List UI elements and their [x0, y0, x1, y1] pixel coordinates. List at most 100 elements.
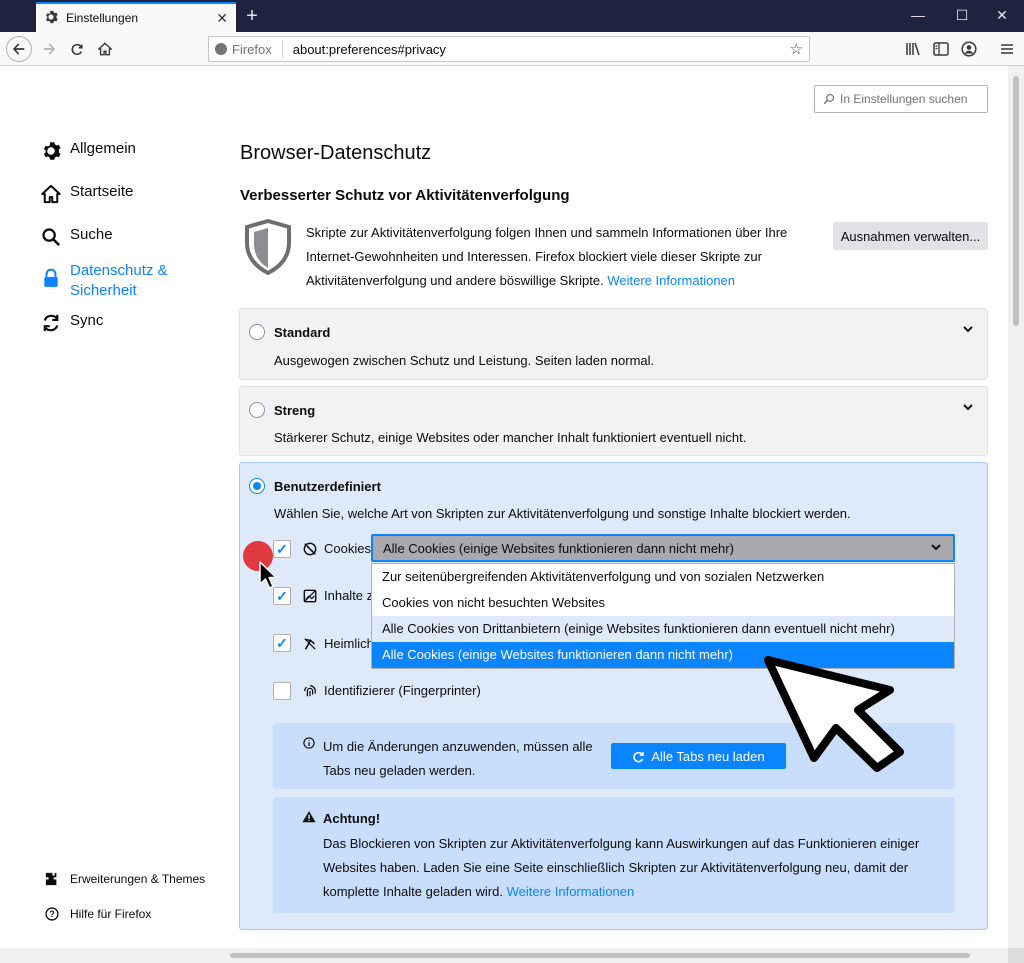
hamburger-icon [1001, 44, 1013, 54]
arrow-cursor-icon [764, 656, 904, 772]
strict-description: Stärkerer Schutz, einige Websites oder m… [274, 430, 747, 445]
back-button[interactable] [6, 36, 32, 62]
svg-text:?: ? [49, 909, 54, 919]
close-window-button[interactable]: ✕ [980, 0, 1024, 32]
standard-description: Ausgewogen zwischen Schutz und Leistung.… [274, 353, 655, 368]
chevron-down-icon[interactable] [963, 402, 973, 414]
scrollbar-thumb[interactable] [230, 953, 970, 958]
identity-box[interactable]: Firefox [215, 40, 283, 58]
cryptominer-icon [302, 637, 318, 651]
preferences-search-input[interactable]: In Einstellungen suchen [814, 85, 988, 113]
horizontal-scrollbar[interactable] [0, 948, 1008, 963]
search-icon [823, 93, 835, 105]
sidebar-icon [933, 42, 949, 56]
cookie-block-select[interactable]: Alle Cookies (einige Websites funktionie… [371, 534, 955, 562]
reload-button-label: Alle Tabs neu laden [651, 748, 765, 764]
gear-icon [44, 10, 58, 27]
tracking-content-icon [302, 589, 318, 603]
standard-option-card[interactable]: Standard Ausgewogen zwischen Schutz und … [239, 308, 988, 380]
tracking-content-label: Inhalte z [324, 588, 374, 603]
sidebar-button[interactable] [928, 36, 954, 62]
puzzle-icon [44, 872, 60, 886]
new-tab-button[interactable]: + [240, 4, 264, 28]
custom-radio[interactable] [249, 478, 265, 494]
fingerprinters-checkbox[interactable] [273, 682, 291, 700]
bookmark-star-icon[interactable]: ☆ [790, 40, 803, 58]
cryptominers-checkbox[interactable]: ✓ [273, 634, 291, 652]
fingerprinters-label: Identifizierer (Fingerprinter) [324, 683, 481, 698]
cookies-option: Cookies [302, 541, 371, 556]
dropdown-option[interactable]: Zur seitenübergreifenden Aktivitätenverf… [372, 564, 954, 590]
warning-box: Achtung! Das Blockieren von Skripten zur… [273, 797, 955, 913]
reload-icon [633, 751, 645, 762]
vertical-scrollbar[interactable] [1008, 66, 1024, 948]
home-button[interactable] [92, 36, 118, 62]
cookies-checkbox[interactable]: ✓ [273, 540, 291, 558]
sidebar-item-label: Startseite [70, 183, 134, 200]
tracking-content-option: Inhalte z [302, 588, 373, 603]
mouse-pointer-icon [259, 561, 277, 589]
search-icon [40, 226, 62, 248]
sync-icon [40, 312, 62, 334]
reload-icon [71, 43, 83, 56]
sidebar-item-home[interactable]: Startseite [40, 183, 133, 205]
arrow-right-icon [43, 43, 56, 55]
dropdown-option[interactable]: Alle Cookies von Drittanbietern (einige … [372, 616, 954, 642]
sidebar-footer-help[interactable]: ? Hilfe für Firefox [44, 907, 151, 921]
reload-all-tabs-button[interactable]: Alle Tabs neu laden [611, 743, 786, 769]
addons-label: Erweiterungen & Themes [70, 872, 206, 886]
etp-heading: Verbesserter Schutz vor Aktivitätenverfo… [240, 187, 570, 204]
sidebar-item-privacy[interactable]: Datenschutz & Sicherheit [40, 261, 180, 301]
select-value: Alle Cookies (einige Websites funktionie… [383, 540, 734, 556]
forward-button[interactable] [36, 36, 62, 62]
learn-more-link[interactable]: Weitere Informationen [607, 273, 735, 288]
dropdown-option[interactable]: Cookies von nicht besuchten Websites [372, 590, 954, 616]
home-icon [40, 183, 62, 205]
strict-title: Streng [274, 403, 316, 418]
help-label: Hilfe für Firefox [70, 907, 152, 921]
account-button[interactable] [956, 36, 982, 62]
help-icon: ? [44, 907, 60, 921]
navigation-toolbar: Firefox about:preferences#privacy ☆ [0, 32, 1024, 66]
manage-exceptions-button[interactable]: Ausnahmen verwalten... [833, 222, 988, 250]
minimize-button[interactable]: — [896, 0, 940, 32]
fingerprinters-option: Identifizierer (Fingerprinter) [302, 683, 481, 698]
library-icon [906, 42, 920, 56]
sidebar-item-search[interactable]: Suche [40, 226, 113, 248]
info-icon [303, 737, 315, 752]
library-button[interactable] [900, 36, 926, 62]
sidebar-footer-addons[interactable]: Erweiterungen & Themes [44, 872, 205, 886]
learn-more-link[interactable]: Weitere Informationen [507, 884, 635, 899]
scrollbar-thumb[interactable] [1013, 76, 1019, 326]
warning-title: Achtung! [323, 811, 381, 826]
lock-icon [40, 267, 62, 289]
gear-icon [40, 140, 62, 162]
sidebar-item-label: Suche [70, 226, 113, 243]
chevron-down-icon[interactable] [963, 324, 973, 336]
sidebar-item-sync[interactable]: Sync [40, 312, 103, 334]
fingerprint-icon [302, 684, 318, 698]
identity-label: Firefox [232, 41, 272, 57]
tab-title: Einstellungen [66, 11, 139, 25]
sidebar-item-label: Datenschutz & Sicherheit [70, 262, 168, 299]
sidebar-item-general[interactable]: Allgemein [40, 140, 136, 162]
cookie-icon [302, 542, 318, 556]
home-icon [98, 42, 112, 56]
cookies-label: Cookies [324, 541, 371, 556]
shield-icon [244, 218, 292, 278]
url-bar[interactable]: Firefox about:preferences#privacy ☆ [208, 36, 810, 62]
account-icon [961, 41, 977, 57]
close-tab-icon[interactable]: ✕ [216, 10, 228, 27]
standard-radio[interactable] [249, 324, 265, 340]
url-text[interactable]: about:preferences#privacy [293, 42, 790, 57]
scrollbar-corner [1008, 948, 1024, 963]
strict-radio[interactable] [249, 402, 265, 418]
search-placeholder: In Einstellungen suchen [840, 92, 968, 106]
menu-button[interactable] [994, 36, 1020, 62]
page-title: Browser-Datenschutz [240, 142, 432, 164]
tab-preferences[interactable]: Einstellungen ✕ [36, 2, 236, 32]
reload-button[interactable] [64, 36, 90, 62]
maximize-button[interactable]: ☐ [940, 0, 984, 32]
arrow-left-icon [12, 43, 25, 55]
strict-option-card[interactable]: Streng Stärkerer Schutz, einige Websites… [239, 386, 988, 456]
